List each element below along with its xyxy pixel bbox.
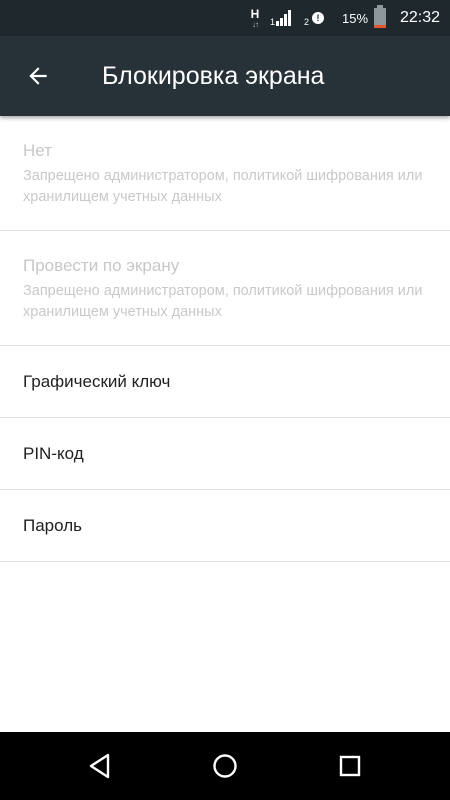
option-none[interactable]: Нет Запрещено администратором, политикой…	[0, 116, 450, 231]
screen-lock-options-list: Нет Запрещено администратором, политикой…	[0, 116, 450, 562]
battery-percent: 15%	[342, 10, 369, 26]
option-title: Провести по экрану	[23, 256, 180, 275]
option-title: Нет	[23, 141, 52, 160]
option-title: Графический ключ	[23, 371, 171, 391]
signal-alert-icon-sim2: 2 !	[304, 0, 325, 36]
sim1-index: 1	[270, 17, 276, 27]
nav-recents-icon	[339, 755, 361, 777]
option-title: PIN-код	[23, 443, 84, 463]
arrow-back-icon	[29, 67, 47, 85]
sim2-index: 2	[304, 17, 310, 27]
option-swipe[interactable]: Провести по экрану Запрещено администрат…	[0, 231, 450, 346]
status-bar: H ↓↑ 1 2 ! 15% 22:32	[0, 0, 450, 36]
battery-level-fill	[374, 25, 386, 28]
option-password[interactable]: Пароль	[0, 490, 450, 562]
nav-back-button[interactable]	[76, 742, 124, 790]
battery-icon	[374, 0, 386, 36]
nav-home-icon	[213, 754, 237, 778]
nav-recents-button[interactable]	[326, 742, 374, 790]
option-summary: Запрещено администратором, политикой шиф…	[23, 283, 423, 320]
option-pattern[interactable]: Графический ключ	[0, 346, 450, 418]
nav-home-button[interactable]	[201, 742, 249, 790]
alert-icon: !	[312, 12, 325, 24]
page-title: Блокировка экрана	[102, 62, 325, 90]
clock: 22:32	[400, 9, 441, 26]
network-arrows: ↓↑	[252, 19, 259, 29]
option-title: Пароль	[23, 515, 82, 535]
back-button[interactable]	[14, 54, 62, 98]
nav-back-icon	[89, 753, 110, 779]
option-summary: Запрещено администратором, политикой шиф…	[23, 168, 423, 205]
network-type-label: H	[250, 6, 260, 21]
navigation-bar	[0, 732, 450, 800]
option-pin[interactable]: PIN-код	[0, 418, 450, 490]
signal-icon-sim1: 1	[270, 0, 292, 36]
app-bar: Блокировка экрана	[0, 36, 450, 116]
signal-bars-icon	[276, 10, 292, 26]
data-activity-icon: H ↓↑	[246, 0, 264, 36]
